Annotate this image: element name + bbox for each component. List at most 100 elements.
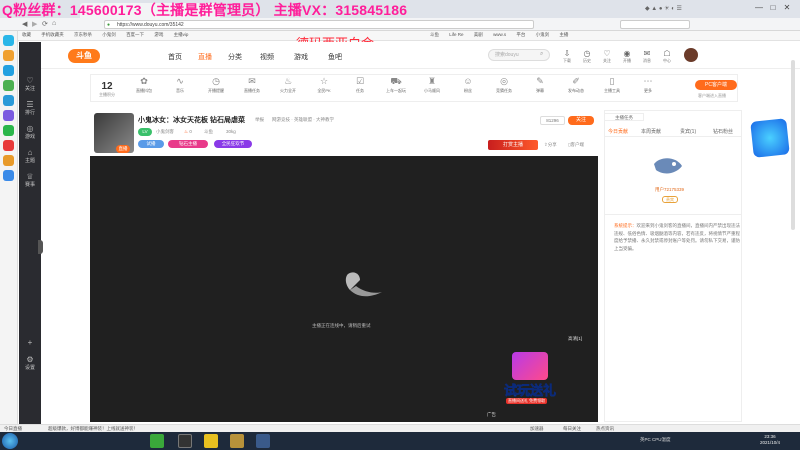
toolbar-item-mail[interactable]: ✉ 直播任务: [238, 76, 266, 94]
header-message[interactable]: ✉ 消息: [640, 49, 654, 64]
toolbar-item-bag[interactable]: ♜ 小马顺风: [418, 76, 446, 94]
forward-icon[interactable]: ▶: [32, 20, 37, 28]
header-history[interactable]: ◷ 历史: [580, 49, 594, 64]
toolbar-item-chat[interactable]: ✎ 弹幕: [526, 76, 554, 94]
anchor-task-banner[interactable]: 主播任务: [604, 113, 644, 121]
toolbar-item-star[interactable]: ☆ 全民PK: [310, 76, 338, 94]
anchor-name[interactable]: 小鬼剑客: [156, 129, 174, 135]
url-field[interactable]: https://www.douyu.com/35142: [104, 20, 534, 29]
header-center[interactable]: ☖ 中心: [660, 49, 674, 64]
nav-fishbar[interactable]: 鱼吧: [328, 52, 342, 62]
app-icon[interactable]: [3, 65, 14, 76]
client-link[interactable]: ▯客户端: [568, 142, 584, 148]
pc-client-button[interactable]: PC客户端: [695, 80, 737, 90]
nav-game[interactable]: 游戏: [294, 52, 308, 62]
right-scrollbar[interactable]: [791, 60, 795, 230]
app-icon[interactable]: [3, 110, 14, 121]
minimize-button[interactable]: —: [752, 3, 766, 12]
system-tray[interactable]: 英PC CPU温度: [640, 437, 671, 443]
bookmark-item[interactable]: 斗鱼: [430, 32, 439, 37]
avatar[interactable]: [684, 48, 698, 62]
app-icon[interactable]: [3, 125, 14, 136]
side-nav-follow[interactable]: ♡ 关注: [19, 76, 41, 92]
taskbar-app-obs[interactable]: [178, 434, 192, 448]
side-nav-game[interactable]: ◎ 游戏: [19, 124, 41, 140]
side-nav-event[interactable]: ♕ 赛事: [19, 172, 41, 188]
collapse-handle[interactable]: [38, 240, 43, 254]
toolbar-item-clock[interactable]: ◷ 开播提醒: [202, 76, 230, 94]
promo-banner[interactable]: 打赏主播: [488, 140, 538, 150]
tab-vip[interactable]: 贵宾(1): [680, 128, 696, 135]
bookmark-item[interactable]: 平台: [516, 32, 525, 37]
floating-task-banner[interactable]: [750, 118, 790, 158]
badge-carnival[interactable]: 全民狂欢节: [214, 140, 252, 148]
toolbar-item-more[interactable]: ⋯ 更多: [634, 76, 662, 94]
toolbar-item-fire[interactable]: ♨ 火力全开: [274, 76, 302, 94]
toolbar-item-target[interactable]: ◎ 竞猜任务: [490, 76, 518, 94]
nav-video[interactable]: 视频: [260, 52, 274, 62]
nav-home[interactable]: 首页: [168, 52, 182, 62]
bookmark-item[interactable]: 收藏: [22, 32, 31, 37]
douyu-logo[interactable]: 斗鱼: [68, 49, 100, 63]
toolbar-item-task[interactable]: ☑ 任务: [346, 76, 374, 94]
bookmark-item[interactable]: 百度一下: [126, 32, 144, 37]
back-icon[interactable]: ◀: [22, 20, 27, 28]
toolbar-item-phone[interactable]: ▯ 主播工具: [598, 76, 626, 94]
toolbar-item-people[interactable]: ☺ 粉丝: [454, 76, 482, 94]
bookmark-item[interactable]: 主播vip: [174, 32, 189, 37]
gift-promo-banner[interactable]: 试玩送礼 直播间送礼 免费领取: [490, 350, 574, 408]
tab-today[interactable]: 今日贡献: [608, 128, 628, 135]
taskbar-clock[interactable]: 23:36 2021/10/4: [760, 434, 780, 446]
bookmark-item[interactable]: 手机收藏夹: [41, 32, 64, 37]
tab-diamond-fans[interactable]: 钻石粉丝: [713, 128, 733, 135]
top-fan-avatar[interactable]: [650, 154, 686, 184]
side-nav-rank[interactable]: ☰ 排行: [19, 100, 41, 116]
bookmark-item[interactable]: Life Re: [449, 32, 463, 37]
bookmark-item[interactable]: 小鬼剑: [536, 32, 550, 37]
app-icon[interactable]: [3, 50, 14, 61]
share-link[interactable]: ⇪分享: [544, 142, 557, 148]
tab-week[interactable]: 本周贡献: [641, 128, 661, 135]
maximize-button[interactable]: □: [766, 3, 780, 12]
header-download[interactable]: ⇩ 下载: [560, 49, 574, 64]
top-fan-name[interactable]: 用户72175339: [655, 187, 684, 193]
start-button[interactable]: [2, 433, 18, 449]
bookmark-item[interactable]: 主播: [559, 32, 568, 37]
app-icon[interactable]: [3, 155, 14, 166]
app-icon[interactable]: [3, 35, 14, 46]
toolbar-item-gift[interactable]: ✿ 直播抖包: [130, 76, 158, 94]
nav-category[interactable]: 分类: [228, 52, 242, 62]
taskbar-app-g[interactable]: [204, 434, 218, 448]
side-nav-settings[interactable]: ⚙ 设置: [19, 355, 41, 371]
bookmark-item[interactable]: 美剧: [474, 32, 483, 37]
app-icon[interactable]: [3, 80, 14, 91]
nav-live[interactable]: 直播: [198, 52, 212, 62]
follow-button[interactable]: 关注: [568, 116, 594, 125]
app-icon[interactable]: [3, 170, 14, 181]
refresh-icon[interactable]: ⟳: [42, 20, 48, 28]
app-icon[interactable]: [3, 95, 14, 106]
taskbar-app-lol2[interactable]: [256, 434, 270, 448]
bookmark-item[interactable]: 京东秒杀: [74, 32, 92, 37]
search-box[interactable]: [620, 20, 690, 29]
side-nav-theme[interactable]: ⌂ 主题: [19, 148, 41, 164]
taskbar-app-lol[interactable]: [230, 434, 244, 448]
bookmark-item[interactable]: 小鬼剑: [102, 32, 116, 37]
toolbar-item-edit[interactable]: ✐ 发布动态: [562, 76, 590, 94]
header-follow[interactable]: ♡ 关注: [600, 49, 614, 64]
bookmark-item[interactable]: www.s: [493, 32, 506, 37]
toolbar-item-wave[interactable]: ∿ 音乐: [166, 76, 194, 94]
side-nav-add[interactable]: +: [19, 338, 41, 347]
badge-diamond-anchor[interactable]: 钻石主播: [168, 140, 208, 148]
room-categories[interactable]: 网游竞技 · 英雄联盟 · 大神教学: [272, 117, 334, 123]
bookmark-item[interactable]: 游戏: [154, 32, 163, 37]
app-icon[interactable]: [3, 140, 14, 151]
close-button[interactable]: ✕: [780, 3, 794, 12]
level-badge[interactable]: 12 主播积分: [99, 81, 115, 98]
taskbar-app-browser[interactable]: [150, 434, 164, 448]
quality-selector[interactable]: 高清[1]: [568, 336, 582, 342]
header-broadcast[interactable]: ◉ 开播: [620, 49, 634, 64]
toolbar-item-car[interactable]: ⛟ 上车一起玩: [382, 76, 410, 94]
home-icon[interactable]: ⌂: [52, 20, 56, 27]
report-link[interactable]: 举报: [255, 117, 264, 123]
